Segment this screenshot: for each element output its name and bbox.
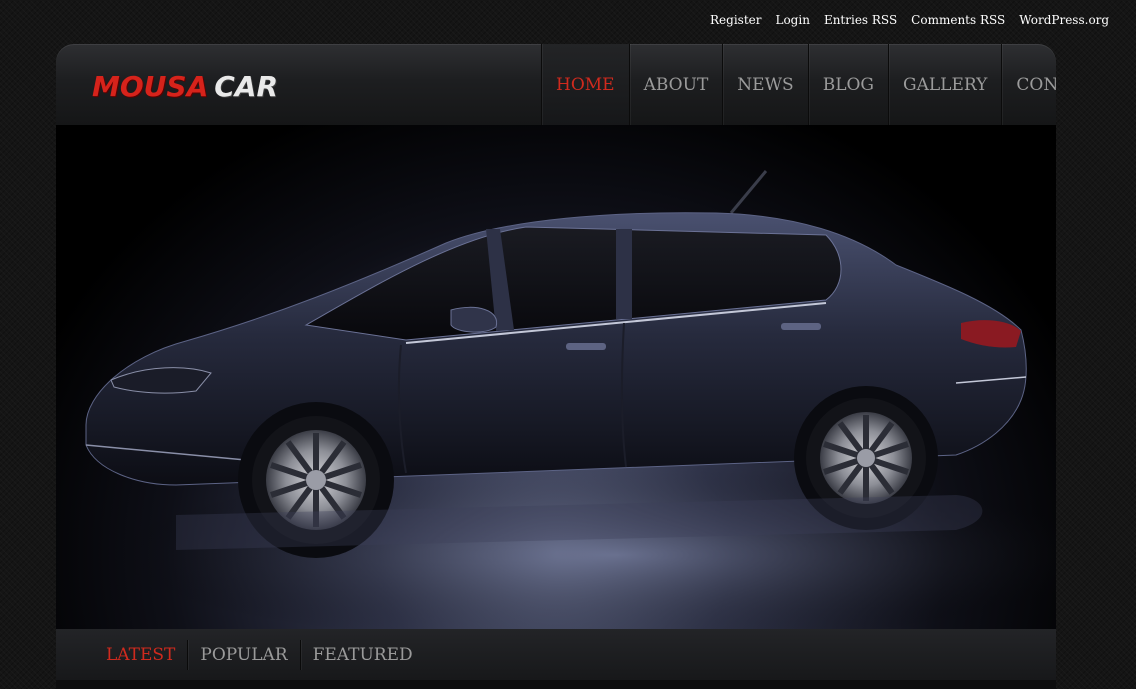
nav-contacts[interactable]: CONTACTS	[1001, 44, 1056, 125]
tab-featured[interactable]: FEATURED	[299, 639, 425, 670]
nav-about[interactable]: ABOUT	[628, 44, 723, 125]
nav-news[interactable]: NEWS	[722, 44, 807, 125]
main-nav: HOME ABOUT NEWS BLOG GALLERY CONTACTS	[541, 44, 1056, 125]
content-area-edge	[56, 680, 1056, 689]
content-tabs: LATEST POPULAR FEATURED	[56, 629, 1056, 680]
entries-rss-link[interactable]: Entries RSS	[824, 13, 897, 27]
hero-banner	[56, 125, 1056, 629]
wordpress-org-link[interactable]: WordPress.org	[1019, 13, 1109, 27]
nav-gallery[interactable]: GALLERY	[888, 44, 1001, 125]
nav-home[interactable]: HOME	[541, 44, 629, 125]
tab-popular[interactable]: POPULAR	[187, 639, 299, 670]
login-link[interactable]: Login	[775, 13, 809, 27]
hero-car-image	[85, 170, 1056, 629]
register-link[interactable]: Register	[710, 13, 761, 27]
nav-blog[interactable]: BLOG	[807, 44, 888, 125]
site-logo[interactable]: MOUSA CAR	[92, 68, 278, 104]
top-links: Register Login Entries RSS Comments RSS …	[710, 13, 1109, 27]
comments-rss-link[interactable]: Comments RSS	[911, 13, 1005, 27]
tab-latest[interactable]: LATEST	[92, 640, 187, 670]
logo-text-car: CAR	[214, 69, 279, 103]
site-header: MOUSA CAR HOME ABOUT NEWS BLOG GALLERY C…	[56, 44, 1056, 125]
logo-text-mousa: MOUSA	[92, 69, 209, 103]
